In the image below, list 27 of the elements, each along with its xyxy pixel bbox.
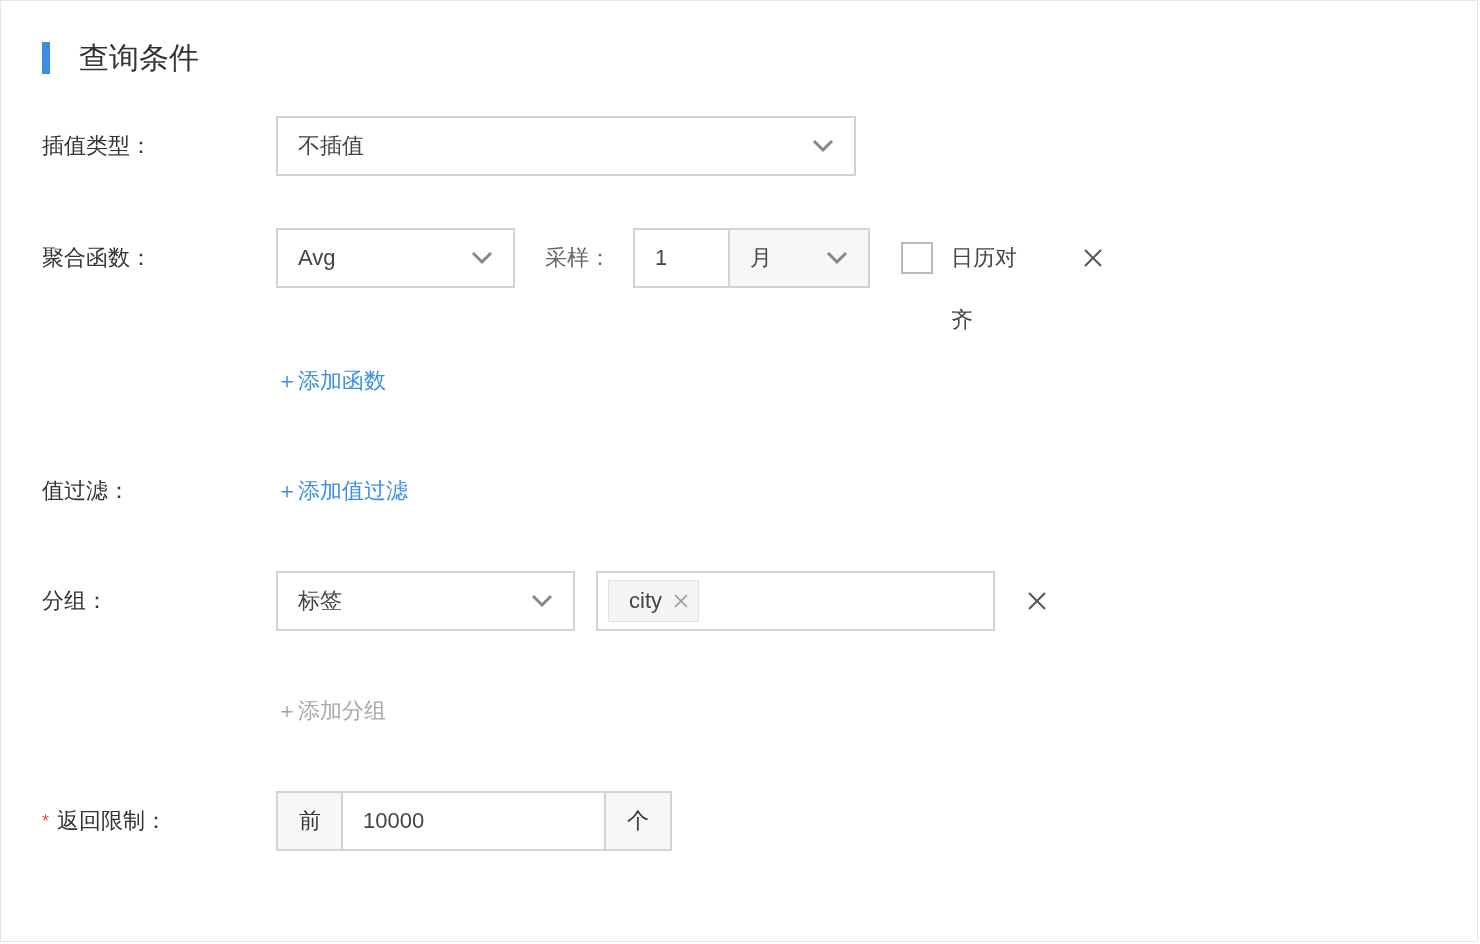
sampling-input[interactable]: 1 [633, 228, 730, 288]
section-title: 查询条件 [79, 39, 199, 76]
chevron-down-icon [471, 251, 493, 265]
chevron-down-icon [531, 594, 553, 608]
field-label: 值过滤： [42, 477, 131, 505]
suffix-addon: 个 [604, 791, 672, 851]
group-type-select[interactable]: 标签 [276, 571, 575, 631]
required-mark: * [42, 810, 49, 833]
close-icon[interactable] [1027, 591, 1047, 611]
prefix-addon: 前 [276, 791, 343, 851]
field-label: 分组： [42, 587, 109, 615]
tag-input-field[interactable]: city [596, 571, 995, 631]
limit-input[interactable]: 10000 [341, 791, 606, 851]
tag-label: city [629, 588, 662, 614]
close-icon[interactable] [1083, 248, 1103, 268]
field-label: 插值类型： [42, 132, 153, 160]
chevron-down-icon [826, 251, 848, 265]
interpolation-select[interactable]: 不插值 [276, 116, 856, 176]
title-accent-bar [42, 42, 50, 74]
chevron-down-icon [812, 139, 834, 153]
checkbox[interactable] [901, 242, 933, 274]
field-label: 返回限制： [57, 807, 167, 835]
function-select[interactable]: Avg [276, 228, 515, 288]
sampling-label: 采样： [545, 244, 611, 272]
unit-select[interactable]: 月 [728, 228, 870, 288]
field-label: 聚合函数： [42, 244, 153, 272]
checkbox-label: 日历对齐 [951, 244, 1018, 334]
